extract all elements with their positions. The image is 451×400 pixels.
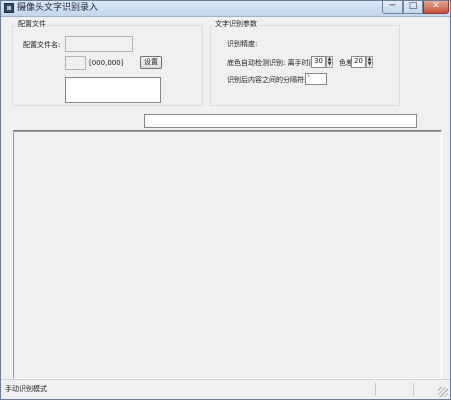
spin-down-icon[interactable]: ▼ [367,62,372,67]
color-swatch [65,56,86,70]
separator-label: 识别后内容之间的分隔符: [227,76,307,84]
title-bar[interactable]: 摄像头文字识别录入 ─ □ ✕ [1,1,450,17]
coords-readout: [000,000] [89,59,124,67]
camera-app-icon [4,3,14,13]
precision-label: 识别精度: [227,40,258,48]
config-filename-field[interactable] [65,36,133,52]
spin-down-icon[interactable]: ▼ [327,62,332,67]
maximize-button[interactable]: □ [403,1,423,14]
settings-button[interactable]: 设置 [140,56,162,69]
recognition-text-input[interactable] [144,114,417,128]
status-mode-text: 手动识别模式 [5,385,47,393]
camera-display-area[interactable] [13,130,442,379]
ocr-params-group-title: 文字识别参数 [214,20,258,29]
auto-detect-label: 底色自动检测识别: 离手时间 [227,59,316,67]
preview-box[interactable] [65,77,161,103]
status-divider [413,383,414,396]
hand-off-time-spinner[interactable]: ▲ ▼ [326,56,333,68]
hand-off-time-input[interactable]: 30 [311,56,326,68]
color-diff-spinner[interactable]: ▲ ▼ [366,56,373,68]
color-diff-input[interactable]: 20 [351,56,366,68]
config-filename-label: 配置文件名: [23,41,61,49]
window-title: 摄像头文字识别录入 [17,3,99,13]
minimize-button[interactable]: ─ [382,1,403,14]
app-window: 摄像头文字识别录入 ─ □ ✕ 配置文件 配置文件名: [000,000] 设置… [0,0,451,400]
status-bar: 手动识别模式 [1,379,450,399]
status-divider [375,383,376,396]
separator-input[interactable]: ' [305,73,327,85]
close-button[interactable]: ✕ [423,1,449,14]
resize-grip-icon[interactable] [438,387,448,397]
config-file-group-title: 配置文件 [17,20,47,29]
